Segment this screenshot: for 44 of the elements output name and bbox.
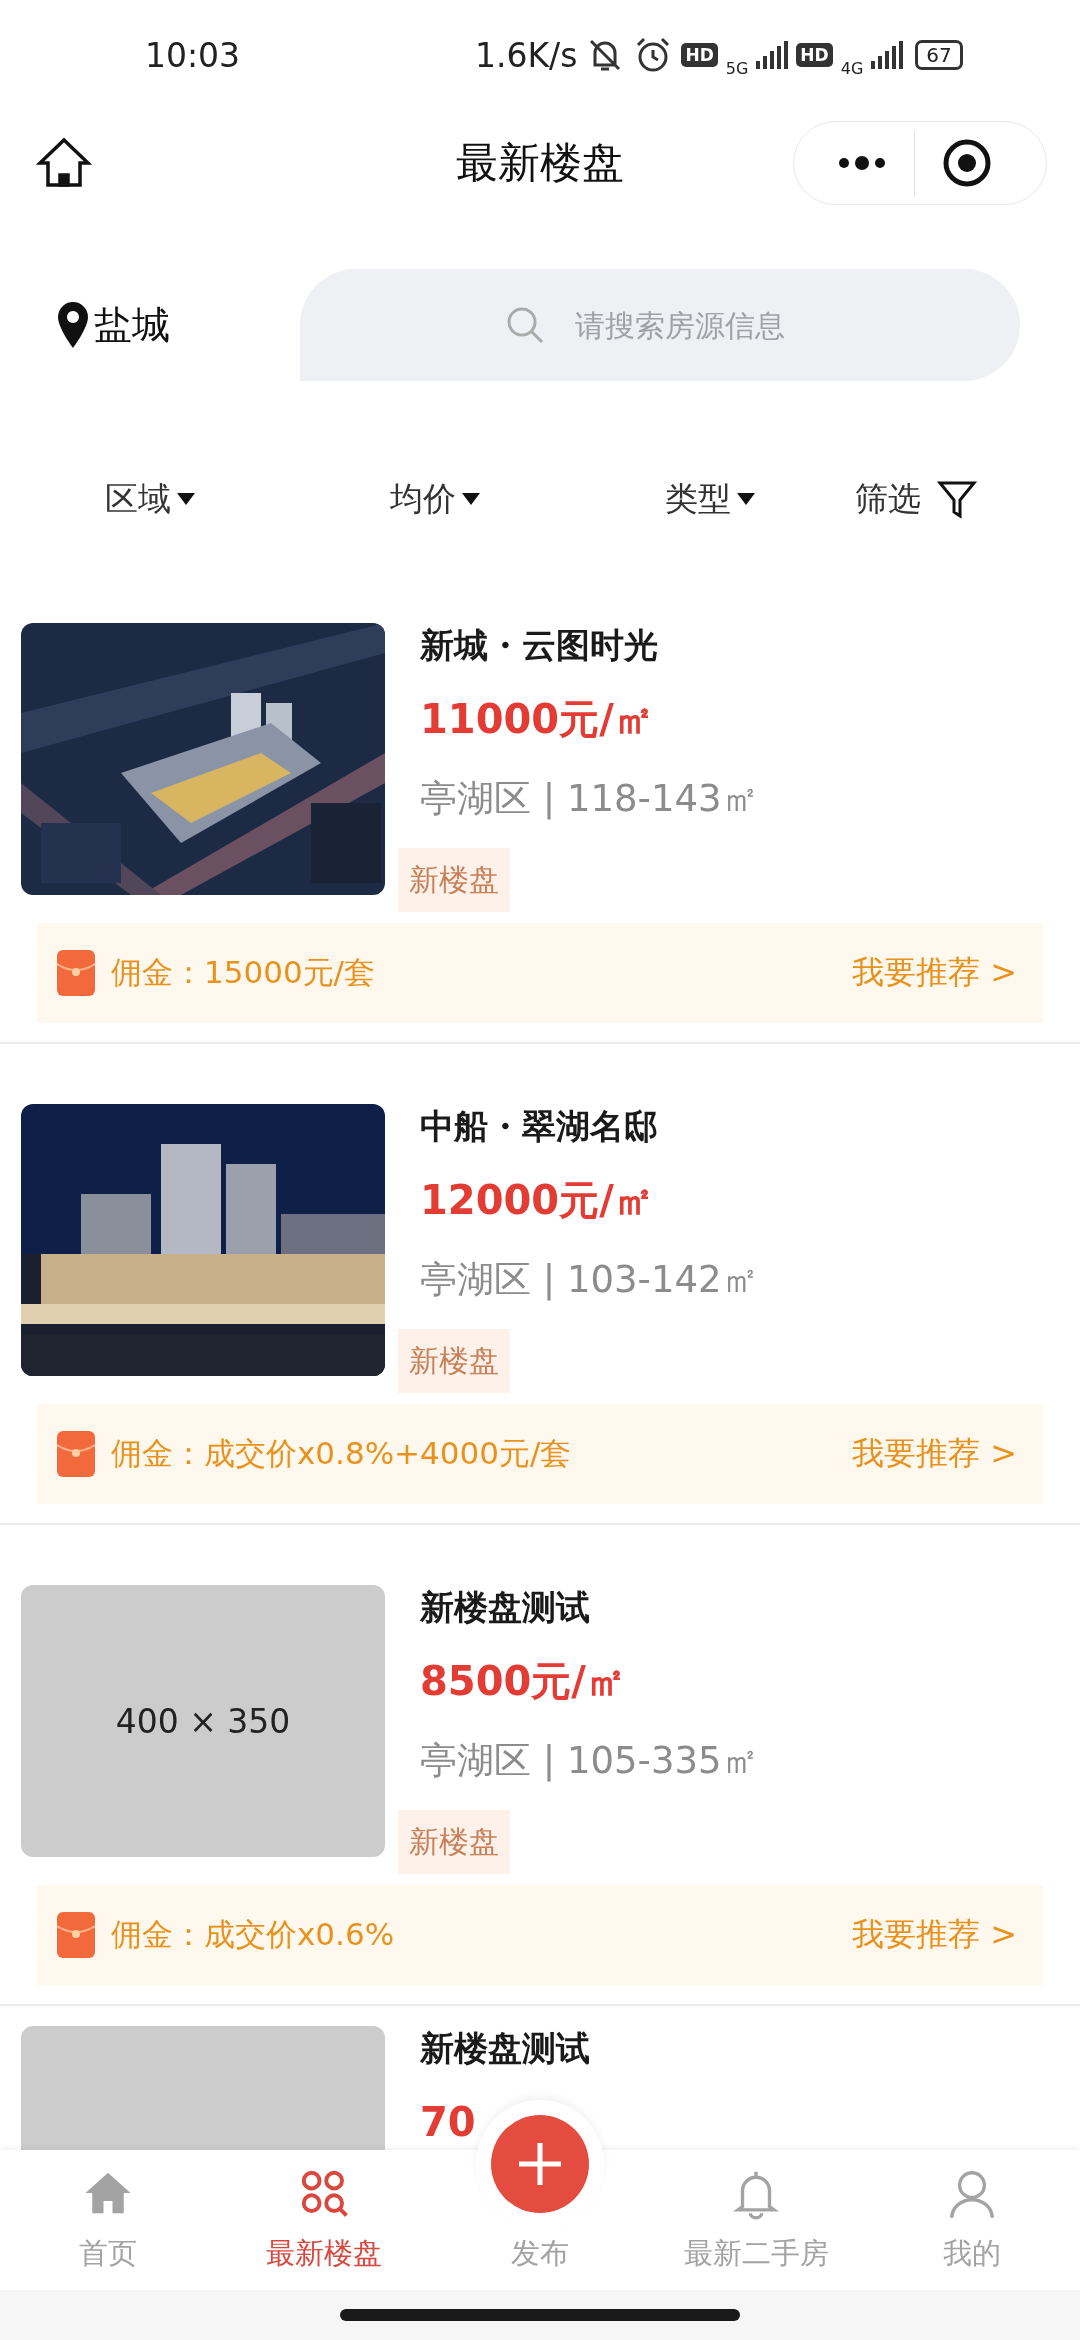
listing-tag: 新楼盘 xyxy=(398,1810,510,1874)
city-label[interactable]: 盐城 xyxy=(94,299,170,351)
placeholder-label: 400 × 350 xyxy=(115,1701,291,1741)
funnel-icon xyxy=(937,479,977,519)
listing-price: 11000元/㎡ xyxy=(420,695,654,744)
commission-text: 佣金：成交价x0.6% xyxy=(111,1915,395,1954)
listing-location: 亭湖区 | 103-142㎡ xyxy=(420,1257,759,1303)
page-title: 最新楼盘 xyxy=(455,136,625,189)
listing-price: 8500元/㎡ xyxy=(420,1657,626,1706)
search-icon xyxy=(505,305,545,345)
listing-price: 70 xyxy=(420,2098,476,2147)
battery-indicator: 67 xyxy=(915,40,963,70)
listing-location: 亭湖区 | 105-335㎡ xyxy=(420,1738,759,1784)
listing-title[interactable]: 新楼盘测试 xyxy=(420,1585,590,1629)
location-pin-icon xyxy=(58,302,88,348)
caret-icon xyxy=(462,493,480,505)
tab-item[interactable]: 最新楼盘 xyxy=(216,2150,432,2290)
listing-tag: 新楼盘 xyxy=(398,1329,510,1393)
hd-badge: HD xyxy=(796,43,833,67)
signal-icon xyxy=(756,41,789,69)
listing-tag: 新楼盘 xyxy=(398,848,510,912)
network-speed: 1.6K/s xyxy=(475,35,578,75)
envelope-icon xyxy=(57,1431,95,1477)
envelope-icon xyxy=(57,1912,95,1958)
search-field[interactable]: 请搜索房源信息 xyxy=(300,269,1020,381)
signal-icon xyxy=(871,41,904,69)
listing-price: 12000元/㎡ xyxy=(420,1176,654,1225)
network-type: 5G xyxy=(725,58,749,78)
status-time: 10:03 xyxy=(145,35,242,75)
listing-title[interactable]: 中船・翠湖名邸 xyxy=(420,1104,658,1148)
commission-text: 佣金：成交价x0.8%+4000元/套 xyxy=(111,1434,572,1473)
envelope-icon xyxy=(57,950,95,996)
filter-tab[interactable]: 区域 xyxy=(105,476,195,522)
listing-title[interactable]: 新城・云图时光 xyxy=(420,623,658,667)
filter-tab[interactable]: 筛选 xyxy=(855,476,977,522)
hd-badge: HD xyxy=(681,43,718,67)
commission-text: 佣金：15000元/套 xyxy=(111,953,376,992)
network-type: 4G xyxy=(840,58,864,78)
listing-title[interactable]: 新楼盘测试 xyxy=(420,2026,590,2070)
filter-tab[interactable]: 均价 xyxy=(390,476,480,522)
listing-location: 亭湖区 | 118-143㎡ xyxy=(420,776,759,822)
filter-tab[interactable]: 类型 xyxy=(665,476,755,522)
caret-icon xyxy=(737,493,755,505)
caret-icon xyxy=(177,493,195,505)
